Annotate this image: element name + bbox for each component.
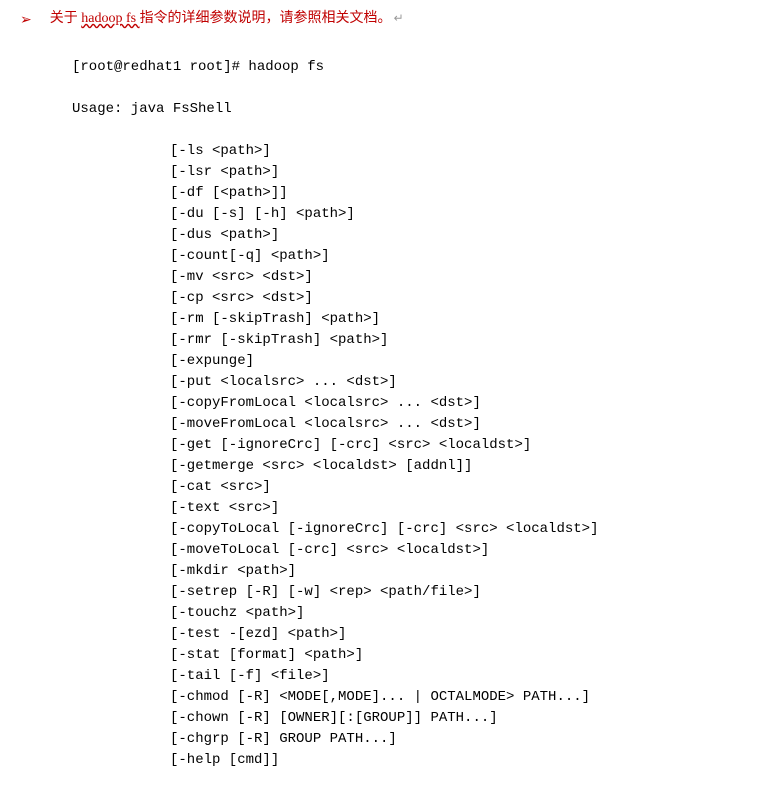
option-line: [-expunge] [72,351,756,372]
option-line: [-test -[ezd] <path>] [72,624,756,645]
note-line: ➢ 关于 hadoop fs 指令的详细参数说明，请参照相关文档。↵ [20,8,756,30]
option-line: [-cp <src> <dst>] [72,288,756,309]
return-mark-icon: ↵ [394,11,404,25]
option-line: [-tail [-f] <file>] [72,666,756,687]
option-line: [-touchz <path>] [72,603,756,624]
option-line: [-lsr <path>] [72,162,756,183]
option-line: [-rm [-skipTrash] <path>] [72,309,756,330]
option-line: [-du [-s] [-h] <path>] [72,204,756,225]
option-line: [-df [<path>]] [72,183,756,204]
hadoop-command-text: hadoop fs [81,11,139,26]
option-line: [-help [cmd]] [72,750,756,771]
option-line: [-copyToLocal [-ignoreCrc] [-crc] <src> … [72,519,756,540]
option-line: [-text <src>] [72,498,756,519]
option-line: [-moveFromLocal <localsrc> ... <dst>] [72,414,756,435]
option-line: [-chgrp [-R] GROUP PATH...] [72,729,756,750]
option-line: [-ls <path>] [72,141,756,162]
option-line: [-moveToLocal [-crc] <src> <localdst>] [72,540,756,561]
option-line: [-setrep [-R] [-w] <rep> <path/file>] [72,582,756,603]
note-suffix: 指令的详细参数说明，请参照相关文档。 [140,11,392,26]
option-line: [-copyFromLocal <localsrc> ... <dst>] [72,393,756,414]
option-line: [-dus <path>] [72,225,756,246]
bullet-arrow-icon: ➢ [20,8,32,30]
terminal-output: [root@redhat1 root]# hadoop fs Usage: ja… [72,36,756,792]
option-line: [-mkdir <path>] [72,561,756,582]
note-text-wrapper: 关于 hadoop fs 指令的详细参数说明，请参照相关文档。↵ [50,8,404,30]
options-list: [-ls <path>][-lsr <path>][-df [<path>]][… [72,141,756,771]
option-line: [-count[-q] <path>] [72,246,756,267]
option-line: [-chown [-R] [OWNER][:[GROUP]] PATH...] [72,708,756,729]
shell-prompt-line: [root@redhat1 root]# hadoop fs [72,57,756,78]
option-line: [-stat [format] <path>] [72,645,756,666]
option-line: [-put <localsrc> ... <dst>] [72,372,756,393]
option-line: [-getmerge <src> <localdst> [addnl]] [72,456,756,477]
option-line: [-chmod [-R] <MODE[,MODE]... | OCTALMODE… [72,687,756,708]
usage-line: Usage: java FsShell [72,99,756,120]
note-prefix: 关于 [50,11,82,26]
option-line: [-cat <src>] [72,477,756,498]
option-line: [-mv <src> <dst>] [72,267,756,288]
option-line: [-rmr [-skipTrash] <path>] [72,330,756,351]
option-line: [-get [-ignoreCrc] [-crc] <src> <localds… [72,435,756,456]
